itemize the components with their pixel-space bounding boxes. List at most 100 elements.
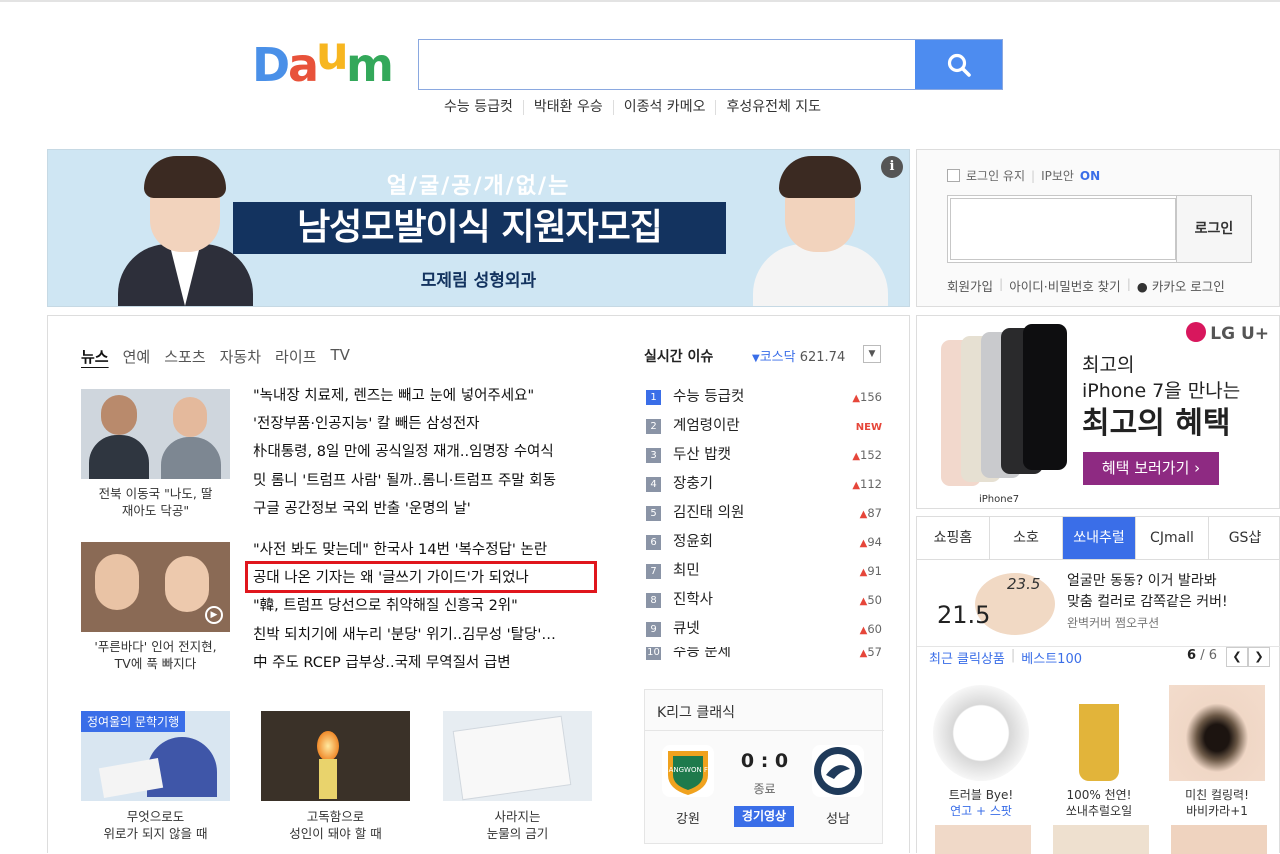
find-account-link[interactable]: 아이디·비밀번호 찾기: [1009, 276, 1120, 295]
tab-sports[interactable]: 스포츠: [164, 346, 205, 367]
news-photo-2-caption[interactable]: '푸른바다' 인어 전지현, TV에 푹 빠지다: [81, 638, 230, 672]
home-team-name[interactable]: 강원: [662, 808, 714, 827]
tab-life[interactable]: 라이프: [275, 346, 316, 367]
trending-keyword[interactable]: 이종석 카메오: [612, 100, 716, 115]
tab-car[interactable]: 자동차: [220, 346, 261, 367]
news-photo-1[interactable]: [81, 389, 230, 479]
realtime-item[interactable]: 1 수능 등급컷 ▲156: [646, 388, 882, 417]
realtime-item[interactable]: 10 수능 문제 ▲57: [646, 647, 882, 672]
market-index[interactable]: ▼코스닥 621.74: [752, 346, 845, 365]
headline[interactable]: 中 주도 RCEP 급부상..국제 무역질서 급변: [253, 649, 556, 677]
rank-change: ▲94: [859, 535, 882, 549]
rank-badge: 10: [646, 647, 661, 660]
search-input[interactable]: [419, 40, 915, 89]
tab-sonatural[interactable]: 쏘내추럴: [1063, 517, 1136, 559]
promo-number-1: 21.5: [937, 601, 991, 629]
promo-line2[interactable]: 맞춤 컬러로 감쪽같은 커버!: [1067, 592, 1228, 613]
headline[interactable]: "녹내장 치료제, 렌즈는 빼고 눈에 넣어주세요": [253, 382, 556, 410]
realtime-keyword: 큐넷: [673, 621, 700, 637]
rank-change: ▲152: [852, 448, 882, 462]
news-photo-2[interactable]: ▶: [81, 542, 230, 632]
up-arrow-icon: ▲: [852, 480, 861, 491]
rank-badge: 4: [646, 477, 661, 492]
best100-link[interactable]: 베스트100: [1021, 648, 1082, 667]
match-video-button[interactable]: 경기영상: [734, 806, 794, 827]
realtime-item[interactable]: 2 계엄령이란 NEW: [646, 417, 882, 446]
headline[interactable]: 친박 되치기에 새누리 '분당' 위기..김무성 '탈당'…: [253, 621, 556, 649]
login-input-area[interactable]: [950, 198, 1176, 260]
realtime-item[interactable]: 4 장충기 ▲112: [646, 475, 882, 504]
headline[interactable]: "韓, 트럼프 당선으로 취약해질 신흥국 2위": [253, 592, 556, 620]
login-button[interactable]: 로그인: [1176, 196, 1251, 262]
feature-thumb-2[interactable]: [261, 711, 410, 801]
rank-badge: 8: [646, 593, 661, 608]
play-icon: ▶: [205, 606, 223, 624]
feature-caption-3[interactable]: 사라지는 눈물의 금기: [443, 808, 592, 842]
iphone-ad[interactable]: LG U+ iPhone7 최고의 iPhone 7을 만나는 최고의 혜택 혜…: [916, 315, 1280, 509]
realtime-item[interactable]: 8 진학사 ▲50: [646, 591, 882, 620]
realtime-item[interactable]: 3 두산 밥캣 ▲152: [646, 446, 882, 475]
signup-link[interactable]: 회원가입: [947, 276, 993, 295]
product-item[interactable]: 트러블 Bye! 연고 + 스팟: [931, 685, 1031, 819]
realtime-item[interactable]: 9 큐넷 ▲60: [646, 620, 882, 649]
realtime-keyword: 장충기: [673, 476, 714, 492]
trending-keyword[interactable]: 수능 등급컷: [440, 100, 523, 115]
tab-news[interactable]: 뉴스: [81, 346, 109, 367]
away-team-name[interactable]: 성남: [812, 808, 864, 827]
keep-login-checkbox[interactable]: [947, 169, 960, 182]
realtime-item[interactable]: 5 김진태 의원 ▲87: [646, 504, 882, 533]
kakao-login-link[interactable]: ● 카카오 로그인: [1137, 276, 1225, 295]
tab-shopping-home[interactable]: 쇼핑홈: [917, 517, 990, 559]
down-arrow-icon: ▼: [752, 353, 760, 364]
hair-transplant-banner[interactable]: 얼/굴/공/개/없/는 남성모발이식 지원자모집 모제림 성형외과 i: [47, 149, 910, 307]
banner-title: 남성모발이식 지원자모집: [233, 202, 726, 254]
speech-bubble-icon: ●: [1136, 279, 1148, 294]
tab-cjmall[interactable]: CJmall: [1136, 517, 1209, 559]
headline[interactable]: 구글 공간정보 국외 반출 '운명의 날': [253, 495, 556, 523]
realtime-item[interactable]: 6 정윤회 ▲94: [646, 533, 882, 562]
search-button[interactable]: [915, 40, 1002, 89]
rank-change: ▲60: [859, 622, 882, 636]
promo-title[interactable]: 얼굴만 동동? 이거 발라봐: [1067, 571, 1228, 592]
ip-security-toggle[interactable]: ON: [1080, 169, 1100, 183]
feature-thumb-1[interactable]: 정여울의 문학기행: [81, 711, 230, 801]
product-item[interactable]: 미친 컬링력! 바비카라+1: [1167, 685, 1267, 819]
rank-badge: 7: [646, 564, 661, 579]
tab-entertainment[interactable]: 연예: [123, 346, 151, 367]
trending-keyword[interactable]: 후성유전체 지도: [715, 100, 831, 115]
chevron-right-icon: ❯: [1254, 650, 1264, 663]
lgu-logo: LG U+: [1186, 322, 1269, 344]
up-arrow-icon: ▲: [852, 393, 861, 404]
tab-soho[interactable]: 소호: [990, 517, 1063, 559]
news-photo-1-caption[interactable]: 전북 이동국 "나도, 딸 재아도 닥공": [81, 485, 230, 519]
product-item[interactable]: 100% 천연! 쏘내추럴오일: [1049, 685, 1149, 819]
ad-info-icon[interactable]: i: [881, 156, 903, 178]
trending-keyword[interactable]: 박태환 우승: [522, 100, 613, 115]
chevron-left-icon: ❮: [1232, 650, 1242, 663]
feature-caption-1[interactable]: 무엇으로도 위로가 되지 않을 때: [81, 808, 230, 842]
rank-badge: 3: [646, 448, 661, 463]
headline[interactable]: "사전 봐도 맞는데" 한국사 14번 '복수정답' 논란: [253, 536, 556, 564]
next-page-button[interactable]: ❯: [1248, 647, 1270, 667]
kleague-title: K리그 클래식: [657, 705, 736, 721]
shopping-panel: 쇼핑홈 소호 쏘내추럴 CJmall GS샵 23.5 21.5 얼굴만 동동?…: [916, 516, 1280, 854]
prev-page-button[interactable]: ❮: [1226, 647, 1248, 667]
headline[interactable]: 朴대통령, 8일 만에 공식일정 재개..임명장 수여식: [253, 438, 556, 466]
recent-clicked-link[interactable]: 최근 클릭상품: [929, 648, 1005, 667]
search-bar: [418, 39, 1003, 90]
daum-logo[interactable]: D a u m: [252, 26, 402, 96]
tab-gsshop[interactable]: GS샵: [1209, 517, 1280, 559]
expand-dropdown-icon[interactable]: ▼: [863, 345, 881, 363]
headline[interactable]: '전장부품·인공지능' 칼 빼든 삼성전자: [253, 410, 556, 438]
feature-caption-2[interactable]: 고독함으로 성인이 돼야 할 때: [261, 808, 410, 842]
realtime-item[interactable]: 7 최민 ▲91: [646, 562, 882, 591]
promo-image[interactable]: 23.5 21.5: [937, 571, 1057, 641]
feature-thumb-3[interactable]: [443, 711, 592, 801]
highlight-box: [245, 561, 597, 593]
headline[interactable]: 밋 롬니 '트럼프 사람' 될까..롬니·트럼프 주말 회동: [253, 467, 556, 495]
kleague-widget: K리그 클래식 GANGWON FC 0 : 0 종료 강원 경기영상 성남: [644, 689, 884, 844]
banner-tagline: 얼/굴/공/개/없/는: [386, 174, 571, 199]
iphone-image: [941, 324, 1067, 490]
tab-tv[interactable]: TV: [330, 346, 349, 367]
ad-cta-button[interactable]: 혜택 보러가기 ›: [1083, 452, 1219, 485]
